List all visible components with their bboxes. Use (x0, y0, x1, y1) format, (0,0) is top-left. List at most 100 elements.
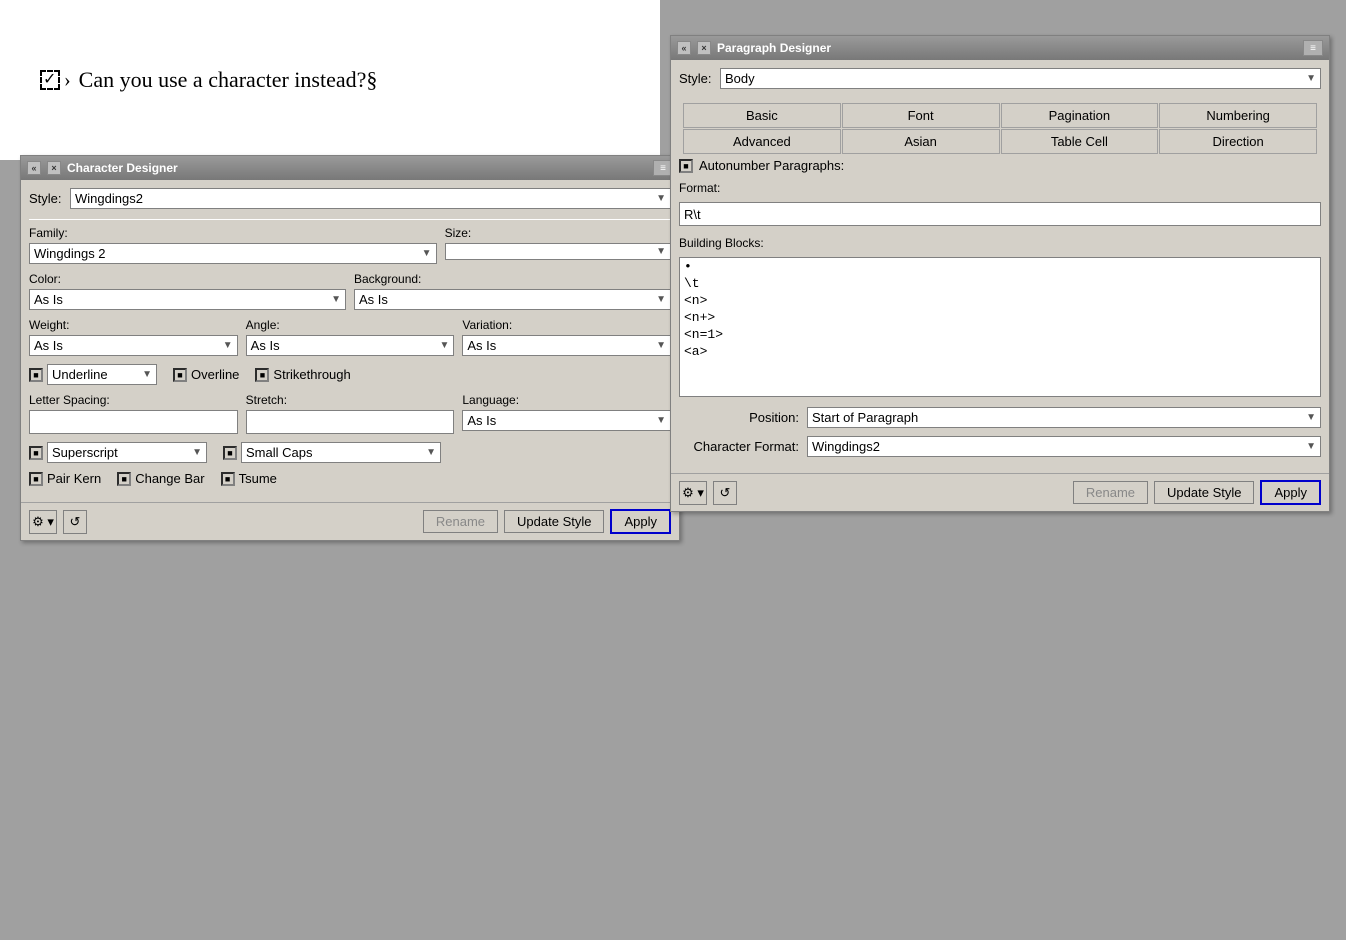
variation-group: Variation: As Is ▼ (462, 318, 671, 356)
language-arrow: ▼ (656, 415, 666, 426)
char-titlebar-left: « × Character Designer (27, 161, 178, 175)
para-style-label: Style: (679, 71, 714, 86)
underline-row: Underline ▼ Overline Strikethrough (29, 364, 671, 385)
list-item-nplus[interactable]: <n+> (680, 309, 1320, 326)
char-format-label: Character Format: (679, 439, 799, 454)
underline-checkbox[interactable] (29, 368, 43, 382)
letter-spacing-group: Letter Spacing: (29, 393, 238, 434)
doc-checkbox[interactable] (40, 70, 60, 90)
small-caps-checkbox[interactable] (223, 446, 237, 460)
list-item-tab[interactable]: \t (680, 275, 1320, 292)
language-select[interactable]: As Is ▼ (462, 410, 671, 431)
family-select[interactable]: Wingdings 2 ▼ (29, 243, 437, 264)
list-item-bullet[interactable]: • (680, 258, 1320, 275)
angle-select[interactable]: As Is ▼ (246, 335, 455, 356)
change-bar-checkbox[interactable] (117, 472, 131, 486)
family-arrow: ▼ (422, 248, 432, 259)
weight-select[interactable]: As Is ▼ (29, 335, 238, 356)
tab-direction[interactable]: Direction (1159, 129, 1317, 154)
char-style-label: Style: (29, 191, 64, 206)
tab-pagination[interactable]: Pagination (1001, 103, 1159, 128)
char-refresh-btn[interactable]: ↺ (63, 510, 87, 534)
underline-select[interactable]: Underline ▼ (47, 364, 157, 385)
language-group: Language: As Is ▼ (462, 393, 671, 434)
tsume-checkbox[interactable] (221, 472, 235, 486)
tab-table-cell[interactable]: Table Cell (1001, 129, 1159, 154)
list-item-n[interactable]: <n> (680, 292, 1320, 309)
position-value: Start of Paragraph (812, 410, 918, 425)
tab-advanced[interactable]: Advanced (683, 129, 841, 154)
para-apply-btn[interactable]: Apply (1260, 480, 1321, 505)
format-label: Format: (679, 181, 1321, 195)
char-update-style-btn[interactable]: Update Style (504, 510, 604, 533)
format-group: Format: (679, 181, 1321, 226)
para-toolbar: ⚙ ▾ ↺ Rename Update Style Apply (671, 473, 1329, 511)
small-caps-select[interactable]: Small Caps ▼ (241, 442, 441, 463)
position-select[interactable]: Start of Paragraph ▼ (807, 407, 1321, 428)
autonumber-checkbox[interactable] (679, 159, 693, 173)
language-label: Language: (462, 393, 671, 407)
background-group: Background: As Is ▼ (354, 272, 671, 310)
color-value: As Is (34, 292, 63, 307)
autonumber-label: Autonumber Paragraphs: (699, 158, 844, 173)
superscript-select[interactable]: Superscript ▼ (47, 442, 207, 463)
tab-asian[interactable]: Asian (842, 129, 1000, 154)
char-gear-btn[interactable]: ⚙ ▾ (29, 510, 57, 534)
char-content: Style: Wingdings2 ▼ Family: Wingdings 2 … (21, 180, 679, 502)
superscript-row: Superscript ▼ Small Caps ▼ (29, 442, 671, 463)
variation-value: As Is (467, 338, 496, 353)
para-tabs: Basic Font Pagination Numbering Advanced… (679, 99, 1321, 158)
para-refresh-btn[interactable]: ↺ (713, 481, 737, 505)
background-label: Background: (354, 272, 671, 286)
pair-kern-checkbox[interactable] (29, 472, 43, 486)
background-select[interactable]: As Is ▼ (354, 289, 671, 310)
building-blocks-label: Building Blocks: (679, 236, 1321, 250)
char-format-value: Wingdings2 (812, 439, 880, 454)
color-select[interactable]: As Is ▼ (29, 289, 346, 310)
char-collapse-btn[interactable]: « (27, 161, 41, 175)
para-update-style-btn[interactable]: Update Style (1154, 481, 1254, 504)
overline-label: Overline (191, 367, 239, 382)
strikethrough-checkbox[interactable] (255, 368, 269, 382)
char-style-select[interactable]: Wingdings2 ▼ (70, 188, 671, 209)
char-close-btn[interactable]: × (47, 161, 61, 175)
doc-arrow: › (64, 69, 71, 92)
char-title: Character Designer (67, 161, 178, 175)
change-bar-item: Change Bar (117, 471, 204, 486)
variation-select[interactable]: As Is ▼ (462, 335, 671, 356)
para-gear-btn[interactable]: ⚙ ▾ (679, 481, 707, 505)
char-apply-btn[interactable]: Apply (610, 509, 671, 534)
building-blocks-list[interactable]: • \t <n> <n+> <n=1> <a> (679, 257, 1321, 397)
angle-label: Angle: (246, 318, 455, 332)
para-style-row: Style: Body ▼ (679, 68, 1321, 89)
pair-kern-label: Pair Kern (47, 471, 101, 486)
para-close-btn[interactable]: × (697, 41, 711, 55)
format-input[interactable] (679, 202, 1321, 226)
char-rename-btn[interactable]: Rename (423, 510, 498, 533)
small-caps-label: Small Caps (246, 445, 312, 460)
para-titlebar-left: « × Paragraph Designer (677, 41, 831, 55)
size-arrow: ▼ (656, 246, 666, 257)
underline-arrow: ▼ (142, 369, 152, 380)
list-item-n1[interactable]: <n=1> (680, 326, 1320, 343)
tab-numbering[interactable]: Numbering (1159, 103, 1317, 128)
tab-font[interactable]: Font (842, 103, 1000, 128)
para-collapse-btn[interactable]: « (677, 41, 691, 55)
overline-checkbox[interactable] (173, 368, 187, 382)
superscript-checkbox[interactable] (29, 446, 43, 460)
char-format-select[interactable]: Wingdings2 ▼ (807, 436, 1321, 457)
para-menu-btn[interactable]: ≡ (1303, 40, 1323, 56)
position-label: Position: (679, 410, 799, 425)
tab-basic[interactable]: Basic (683, 103, 841, 128)
para-style-select[interactable]: Body ▼ (720, 68, 1321, 89)
para-rename-btn[interactable]: Rename (1073, 481, 1148, 504)
size-select[interactable]: ▼ (445, 243, 671, 260)
strikethrough-label: Strikethrough (273, 367, 350, 382)
char-toolbar: ⚙ ▾ ↺ Rename Update Style Apply (21, 502, 679, 540)
stretch-input[interactable] (246, 410, 455, 434)
tsume-item: Tsume (221, 471, 277, 486)
letter-spacing-input[interactable] (29, 410, 238, 434)
small-caps-item: Small Caps ▼ (223, 442, 441, 463)
list-item-a[interactable]: <a> (680, 343, 1320, 360)
background-arrow: ▼ (656, 294, 666, 305)
